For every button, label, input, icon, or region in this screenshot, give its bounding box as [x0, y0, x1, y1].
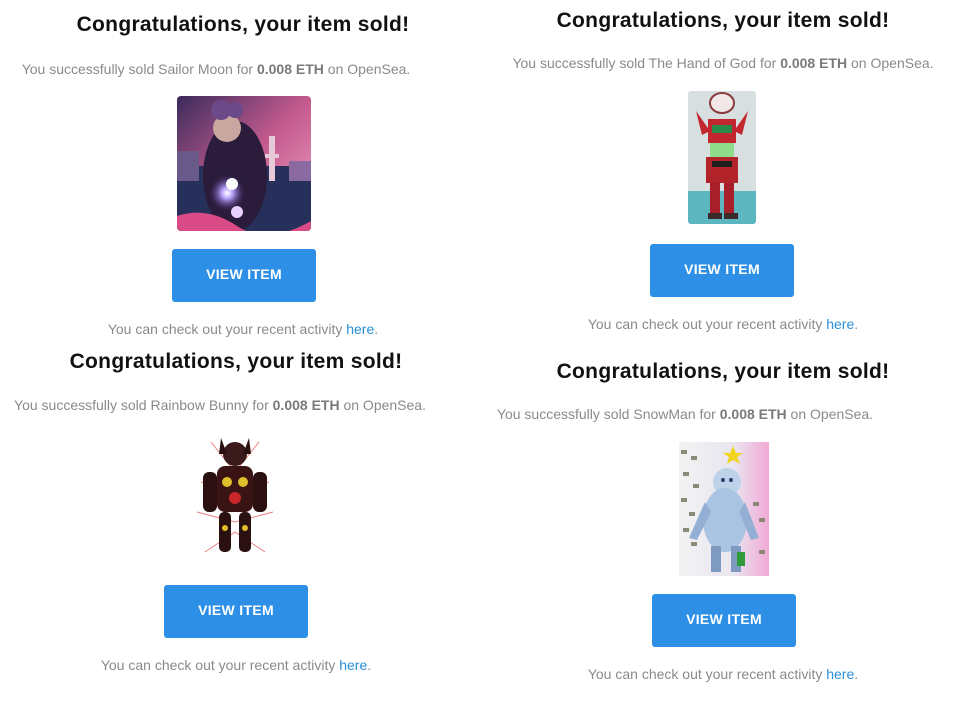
- sale-description-suffix: on OpenSea.: [847, 55, 934, 71]
- view-item-button[interactable]: VIEW ITEM: [164, 585, 308, 638]
- snowman-artwork: [679, 442, 769, 576]
- recent-activity-text: You can check out your recent activity h…: [0, 321, 486, 337]
- sale-description-suffix: on OpenSea.: [786, 406, 874, 422]
- recent-activity-text: You can check out your recent activity h…: [0, 657, 472, 673]
- recent-activity-prefix: You can check out your recent activity: [587, 666, 827, 682]
- sale-description-prefix: You successfully sold Rainbow Bunny for: [14, 397, 273, 413]
- sale-price: 0.008 ETH: [256, 61, 324, 77]
- recent-activity-text: You can check out your recent activity h…: [480, 666, 966, 682]
- sale-description: You successfully sold SnowMan for 0.008 …: [480, 406, 890, 422]
- sale-price: 0.008 ETH: [780, 55, 848, 71]
- sale-description: You successfully sold Sailor Moon for 0.…: [0, 61, 432, 77]
- sale-headline: Congratulations, your item sold!: [69, 350, 403, 373]
- sale-headline: Congratulations, your item sold!: [556, 9, 890, 32]
- recent-activity-prefix: You can check out your recent activity: [587, 316, 827, 332]
- sale-description-prefix: You successfully sold The Hand of God fo…: [512, 55, 781, 71]
- sale-headline: Congratulations, your item sold!: [556, 360, 890, 383]
- recent-activity-prefix: You can check out your recent activity: [107, 321, 347, 337]
- rainbow-bunny-artwork: [191, 432, 279, 567]
- view-item-button[interactable]: VIEW ITEM: [652, 594, 796, 647]
- view-item-button[interactable]: VIEW ITEM: [650, 244, 794, 297]
- recent-activity-suffix: .: [854, 666, 859, 682]
- sailor-moon-artwork: [177, 96, 311, 231]
- recent-activity-suffix: .: [374, 321, 379, 337]
- recent-activity-link[interactable]: here: [826, 666, 854, 682]
- sale-description-prefix: You successfully sold SnowMan for: [496, 406, 720, 422]
- sale-description-prefix: You successfully sold Sailor Moon for: [21, 61, 257, 77]
- view-item-button[interactable]: VIEW ITEM: [172, 249, 316, 302]
- nft-thumbnail-hand-of-god[interactable]: [688, 91, 756, 224]
- recent-activity-suffix: .: [367, 657, 372, 673]
- recent-activity-text: You can check out your recent activity h…: [480, 316, 966, 332]
- recent-activity-link[interactable]: here: [339, 657, 367, 673]
- hand-of-god-artwork: [688, 91, 756, 224]
- sale-description: You successfully sold Rainbow Bunny for …: [0, 397, 440, 413]
- nft-thumbnail-sailor-moon[interactable]: [177, 96, 311, 231]
- sale-description: You successfully sold The Hand of God fo…: [480, 55, 966, 71]
- recent-activity-prefix: You can check out your recent activity: [100, 657, 340, 673]
- sale-headline: Congratulations, your item sold!: [76, 13, 410, 36]
- nft-thumbnail-snowman[interactable]: [679, 442, 769, 576]
- sale-description-suffix: on OpenSea.: [339, 397, 426, 413]
- sale-description-suffix: on OpenSea.: [323, 61, 411, 77]
- nft-thumbnail-rainbow-bunny[interactable]: [191, 432, 279, 567]
- recent-activity-link[interactable]: here: [346, 321, 374, 337]
- recent-activity-link[interactable]: here: [826, 316, 854, 332]
- recent-activity-suffix: .: [854, 316, 859, 332]
- sale-price: 0.008 ETH: [719, 406, 787, 422]
- sale-price: 0.008 ETH: [272, 397, 340, 413]
